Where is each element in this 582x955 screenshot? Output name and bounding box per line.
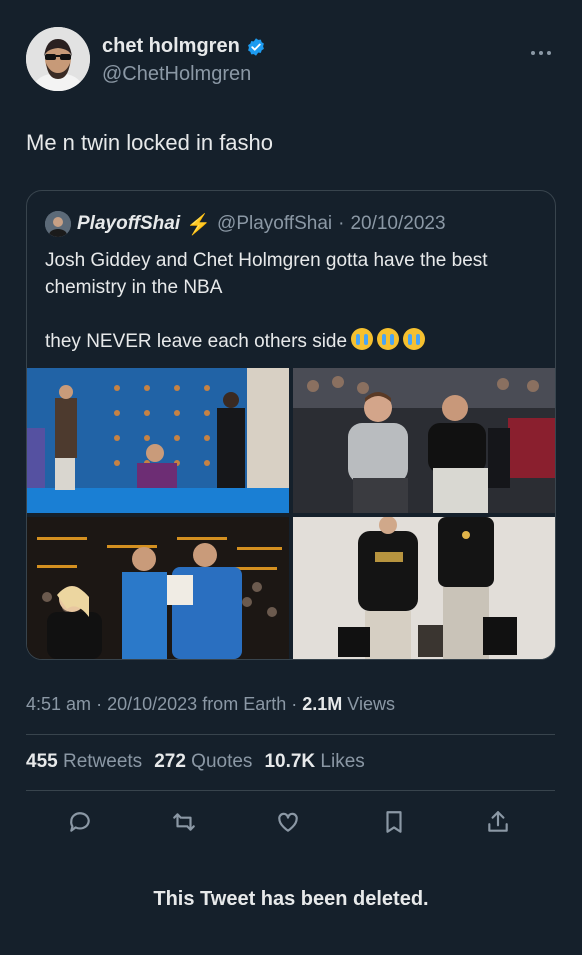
reply-icon[interactable] (64, 806, 96, 838)
quoted-author-handle: @PlayoffShai (217, 213, 333, 234)
photo-fashion-pose[interactable] (293, 517, 555, 659)
likes-count: 10.7K (264, 751, 316, 772)
retweet-icon[interactable] (168, 806, 200, 838)
tweet-header: chet holmgren @ChetHolmgren (26, 27, 556, 91)
bookmark-icon[interactable] (378, 806, 410, 838)
verified-badge-icon (247, 37, 264, 56)
tweet-meta: 4:51 am · 20/10/2023 from Earth · 2.1M V… (26, 694, 395, 715)
loudly-crying-emoji-icon (403, 328, 426, 350)
tweet-time[interactable]: 4:51 am (26, 694, 91, 714)
meta-separator: · (291, 694, 298, 714)
quotes-stat[interactable]: 272 Quotes (154, 751, 252, 773)
author-display-name[interactable]: chet holmgren (102, 35, 240, 58)
photo-press-conference[interactable] (27, 368, 289, 513)
quoted-tweet-text: Josh Giddey and Chet Holmgren gotta have… (45, 247, 535, 355)
separator-dot: · (338, 213, 345, 234)
author-handle[interactable]: @ChetHolmgren (102, 63, 251, 86)
quoted-author-avatar[interactable] (45, 211, 71, 237)
quotes-label: Quotes (191, 751, 253, 772)
photo-arena-hug[interactable] (27, 517, 289, 659)
photo-courtside[interactable] (293, 368, 555, 513)
likes-stat[interactable]: 10.7K Likes (264, 751, 364, 773)
tweet-source: from Earth (202, 694, 287, 714)
retweets-count: 455 (26, 751, 58, 772)
divider (26, 734, 555, 735)
meta-separator: · (96, 694, 103, 714)
tweet-stats: 455 Retweets 272 Quotes 10.7K Likes (26, 751, 365, 773)
quoted-tweet[interactable]: PlayoffShai ⚡ @PlayoffShai · 20/10/2023 … (26, 190, 556, 660)
author-avatar[interactable] (26, 27, 90, 91)
retweets-label: Retweets (62, 751, 143, 772)
tweet-date[interactable]: 20/10/2023 (107, 694, 197, 714)
quoted-tweet-date: 20/10/2023 (350, 213, 446, 234)
quotes-count: 272 (154, 751, 186, 772)
deleted-notice: This Tweet has been deleted. (153, 888, 429, 910)
retweets-stat[interactable]: 455 Retweets (26, 751, 142, 773)
views-count: 2.1M (302, 694, 343, 714)
loudly-crying-emoji-icon (377, 328, 400, 350)
share-icon[interactable] (482, 806, 514, 838)
ellipsis-icon[interactable] (530, 39, 552, 62)
quoted-author-name[interactable]: PlayoffShai (77, 213, 180, 235)
like-icon[interactable] (272, 806, 304, 838)
tweet-actions (26, 806, 555, 838)
divider (26, 790, 555, 791)
likes-label: Likes (320, 751, 365, 772)
lightning-bolt-icon: ⚡ (186, 213, 212, 236)
tweet-text: Me n twin locked in fasho (26, 130, 274, 155)
quoted-tweet-body: Josh Giddey and Chet Holmgren gotta have… (45, 250, 488, 352)
loudly-crying-emoji-icon (351, 328, 374, 350)
views-label: Views (347, 694, 395, 714)
quoted-tweet-media[interactable] (27, 368, 555, 659)
